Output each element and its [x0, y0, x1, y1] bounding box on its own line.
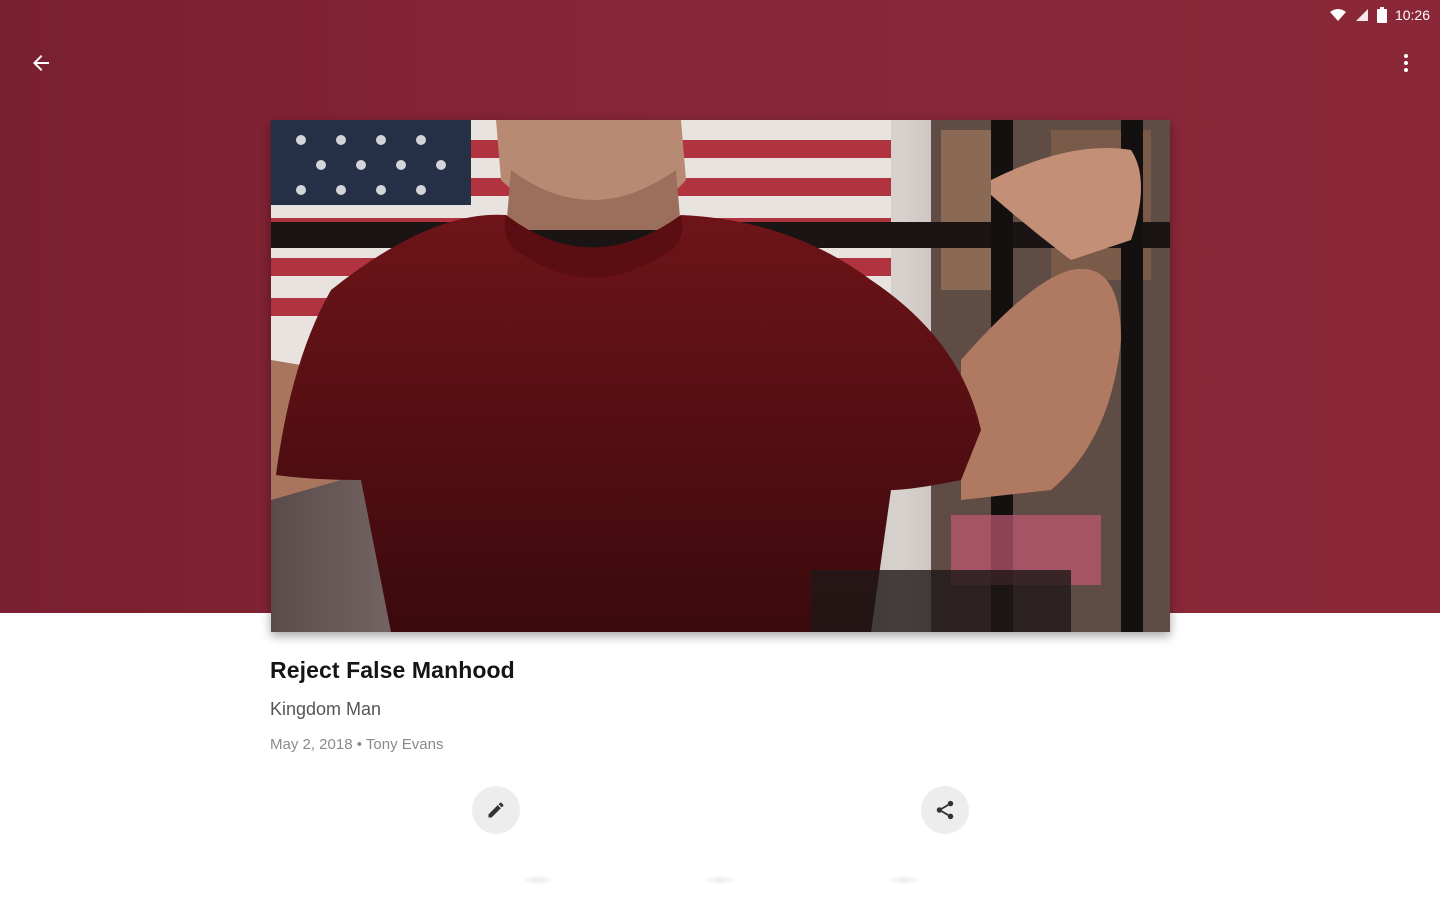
more-vert-icon [1404, 54, 1408, 72]
edit-notes-button[interactable] [472, 786, 520, 834]
battery-icon [1376, 7, 1387, 23]
wifi-icon [1329, 8, 1347, 22]
sermon-speaker: Tony Evans [365, 736, 444, 753]
scroll-hint [524, 876, 552, 884]
scroll-hint [890, 876, 918, 884]
sermon-date: May 2, 2018 [270, 736, 353, 753]
meta-separator: • [356, 736, 362, 753]
share-button[interactable] [921, 786, 969, 834]
cell-signal-icon [1355, 8, 1369, 22]
sermon-series: Kingdom Man [270, 699, 382, 719]
back-button[interactable] [17, 39, 65, 87]
status-bar: 10:26 [1210, 0, 1440, 30]
app-bar [0, 30, 1440, 98]
share-icon [936, 800, 954, 820]
scroll-hint [706, 876, 734, 884]
pencil-icon [488, 802, 504, 818]
sermon-artwork [271, 120, 1170, 632]
sermon-meta: May 2, 2018 • Tony Evans [270, 736, 443, 753]
more-options-button[interactable] [1382, 39, 1430, 87]
arrow-back-icon [33, 55, 49, 71]
sermon-title: Reject False Manhood [270, 657, 515, 683]
status-time: 10:26 [1394, 7, 1430, 23]
